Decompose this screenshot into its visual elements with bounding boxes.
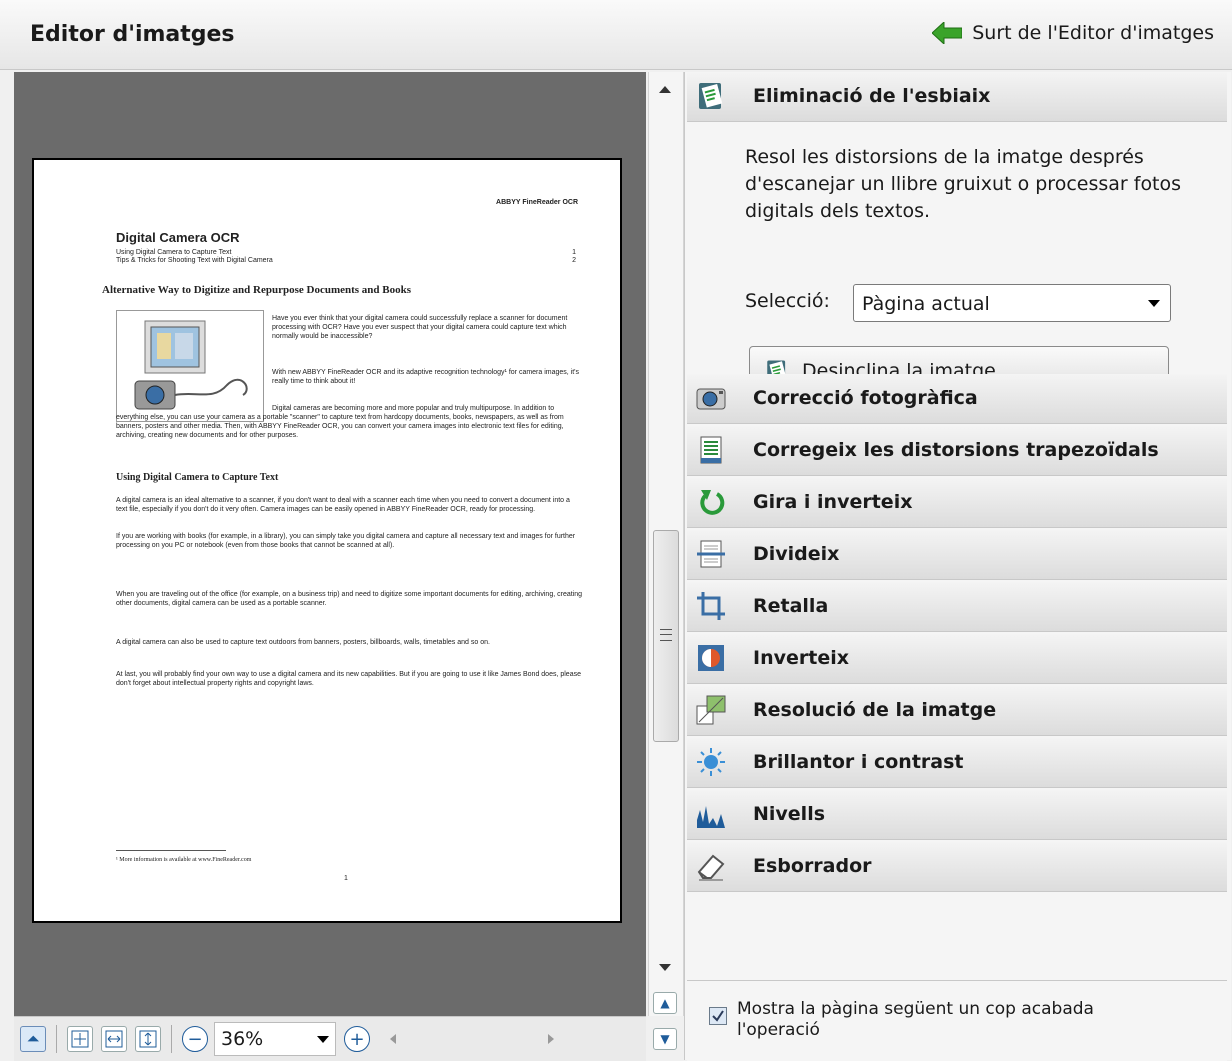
minus-icon: − xyxy=(187,1028,203,1050)
split-icon xyxy=(697,540,725,568)
section-levels[interactable]: Nivells xyxy=(687,790,1227,840)
section-label: Corregeix les distorsions trapezoïdals xyxy=(753,439,1159,461)
section-description: Resol les distorsions de la imatge despr… xyxy=(745,146,1182,222)
scroll-down-arrow-icon[interactable] xyxy=(659,964,671,971)
section-keystone-correction[interactable]: Corregeix les distorsions trapezoïdals xyxy=(687,426,1227,476)
doc-para-6: When you are traveling out of the office… xyxy=(116,591,583,607)
exit-editor-label: Surt de l'Editor d'imatges xyxy=(972,22,1214,44)
doc-para-5: If you are working with books (for examp… xyxy=(116,533,576,549)
tools-panel: Eliminació de l'esbiaix Resol les distor… xyxy=(684,72,1231,1061)
panel-footer: Mostra la pàgina següent un cop acabada … xyxy=(687,980,1227,1061)
zoom-out-button[interactable]: − xyxy=(182,1026,208,1052)
previous-page-button[interactable]: ▲ xyxy=(653,992,677,1014)
zoom-select[interactable]: 36% xyxy=(214,1022,336,1056)
collapse-toggle-button[interactable]: ⏶ xyxy=(20,1026,46,1052)
show-next-page-label[interactable]: Mostra la pàgina següent un cop acabada … xyxy=(737,999,1157,1041)
doc-para-8: At last, you will probably find your own… xyxy=(116,671,581,687)
grip-icon xyxy=(660,629,672,641)
zoom-value: 36% xyxy=(221,1028,264,1050)
doc-heading-2: Alternative Way to Digitize and Repurpos… xyxy=(102,284,412,296)
doc-para-1: Have you ever think that your digital ca… xyxy=(272,315,568,340)
section-label: Retalla xyxy=(753,595,829,617)
editor-header: Editor d'imatges Surt de l'Editor d'imat… xyxy=(0,0,1232,70)
section-label: Eliminació de l'esbiaix xyxy=(753,85,991,107)
section-eliminate-skew[interactable]: Eliminació de l'esbiaix xyxy=(687,72,1227,122)
next-page-button[interactable]: ▼ xyxy=(653,1028,677,1050)
zoom-in-button[interactable]: + xyxy=(344,1026,370,1052)
eliminate-skew-content: Resol les distorsions de la imatge despr… xyxy=(687,122,1227,396)
section-label: Correcció fotogràfica xyxy=(753,387,978,409)
fit-page-button[interactable] xyxy=(67,1026,93,1052)
selection-dropdown[interactable]: Pàgina actual xyxy=(853,284,1171,322)
section-invert[interactable]: Inverteix xyxy=(687,634,1227,684)
doc-title: Digital Camera OCR xyxy=(116,230,240,245)
chevron-down-icon xyxy=(1148,300,1160,307)
double-chevron-up-icon: ⏶ xyxy=(26,1029,40,1048)
chevron-down-icon xyxy=(317,1036,329,1043)
section-label: Nivells xyxy=(753,803,826,825)
doc-toc-2: Tips & Tricks for Shooting Text with Dig… xyxy=(116,257,576,264)
section-crop[interactable]: Retalla xyxy=(687,582,1227,632)
sun-icon xyxy=(697,748,725,776)
section-label: Resolució de la imatge xyxy=(753,699,997,721)
trapezoid-icon xyxy=(700,436,722,464)
doc-header-right: ABBYY FineReader OCR xyxy=(496,199,578,206)
invert-icon xyxy=(698,645,724,671)
doc-para-3: Digital cameras are becoming more and mo… xyxy=(116,405,564,439)
doc-page-number: 1 xyxy=(344,875,348,882)
section-photo-correction[interactable]: Correcció fotogràfica xyxy=(687,374,1227,424)
fit-height-icon xyxy=(139,1030,157,1048)
selection-value: Pàgina actual xyxy=(862,293,990,315)
crop-icon xyxy=(697,592,725,620)
rotate-icon xyxy=(700,490,725,515)
horizontal-scrollbar[interactable] xyxy=(384,1027,560,1051)
camera-icon xyxy=(696,388,726,410)
doc-para-4: A digital camera is an ideal alternative… xyxy=(116,497,570,513)
deskew-icon xyxy=(699,83,723,109)
doc-para-2: With new ABBYY FineReader OCR and its ad… xyxy=(272,369,580,385)
scroll-thumb[interactable] xyxy=(653,530,679,742)
checkmark-icon xyxy=(712,1010,724,1022)
toolbar-divider xyxy=(171,1025,172,1053)
histogram-icon xyxy=(697,806,725,828)
selection-label: Selecció: xyxy=(745,290,830,312)
doc-para-7: A digital camera can also be used to cap… xyxy=(116,639,490,646)
section-label: Gira i inverteix xyxy=(753,491,913,513)
document-page: ABBYY FineReader OCR Digital Camera OCR … xyxy=(32,158,622,923)
section-split[interactable]: Divideix xyxy=(687,530,1227,580)
section-eraser[interactable]: Esborrador xyxy=(687,842,1227,892)
doc-heading-3: Using Digital Camera to Capture Text xyxy=(116,472,279,483)
section-rotate-flip[interactable]: Gira i inverteix xyxy=(687,478,1227,528)
scroll-up-arrow-icon[interactable] xyxy=(659,86,671,93)
viewer-toolbar: ⏶ − 36% + xyxy=(14,1016,646,1061)
back-arrow-icon xyxy=(932,22,963,44)
vertical-scrollbar[interactable]: ▲ ▼ xyxy=(648,72,684,1050)
toolbar-divider xyxy=(56,1025,57,1053)
fit-height-button[interactable] xyxy=(135,1026,161,1052)
scroll-left-arrow-icon[interactable] xyxy=(390,1034,396,1044)
exit-editor-link[interactable]: Surt de l'Editor d'imatges xyxy=(932,22,1214,44)
fit-width-icon xyxy=(105,1030,123,1048)
scroll-right-arrow-icon[interactable] xyxy=(548,1034,554,1044)
show-next-page-checkbox[interactable] xyxy=(709,1007,727,1025)
section-image-resolution[interactable]: Resolució de la imatge xyxy=(687,686,1227,736)
section-label: Inverteix xyxy=(753,647,849,669)
page-title: Editor d'imatges xyxy=(30,22,235,47)
resolution-icon xyxy=(696,695,726,725)
section-brightness-contrast[interactable]: Brillantor i contrast xyxy=(687,738,1227,788)
section-label: Divideix xyxy=(753,543,840,565)
fit-width-button[interactable] xyxy=(101,1026,127,1052)
eraser-icon xyxy=(697,854,725,881)
fit-page-icon xyxy=(71,1030,89,1048)
section-label: Esborrador xyxy=(753,855,872,877)
section-label: Brillantor i contrast xyxy=(753,751,964,773)
image-viewer[interactable]: ABBYY FineReader OCR Digital Camera OCR … xyxy=(14,72,646,1016)
doc-footnote-rule xyxy=(116,850,226,851)
doc-footnote: ¹ More information is available at www.F… xyxy=(116,857,252,863)
plus-icon: + xyxy=(349,1028,365,1050)
